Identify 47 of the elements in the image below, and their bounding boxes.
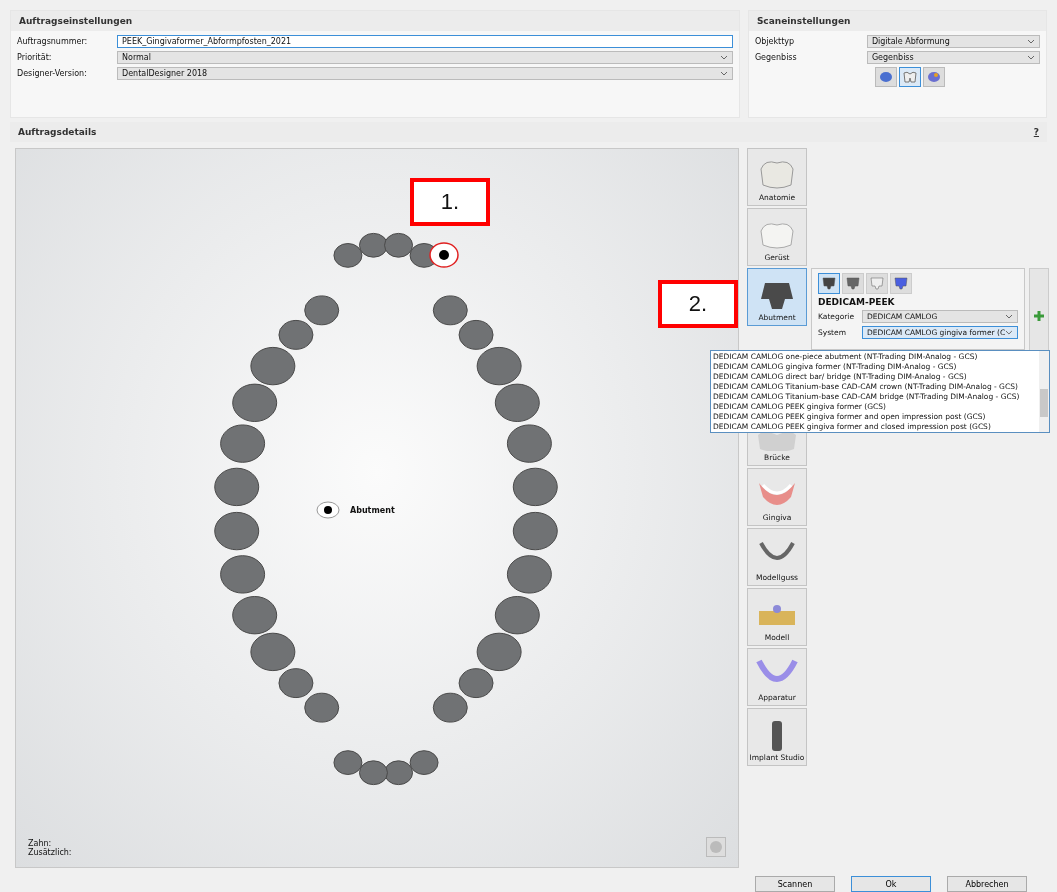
- chevron-icon: [719, 71, 728, 76]
- chevron-icon: [1005, 314, 1013, 319]
- dropdown[interactable]: Digitale Abformung: [866, 35, 1040, 48]
- implant-icon: [772, 721, 782, 751]
- chevron-icon: [1005, 330, 1013, 335]
- dropdown[interactable]: DentalDesigner 2018: [117, 67, 733, 80]
- chevron-icon: [1027, 39, 1035, 44]
- tooth-label: Zahn:: [28, 839, 53, 848]
- scan-type-button[interactable]: [922, 67, 945, 87]
- field-label: Gegenbiss: [754, 53, 798, 62]
- bite-icon: [926, 71, 941, 83]
- abutment-icon: [870, 277, 884, 290]
- tooth-marker-icon: [429, 242, 459, 268]
- scan-type-button[interactable]: [874, 67, 897, 87]
- extra-label: Zusätzlich:: [28, 848, 72, 857]
- abutment-icon: [894, 277, 908, 290]
- field-label: Designer-Version:: [17, 69, 88, 78]
- annotation-label: 2.: [658, 280, 738, 328]
- abutment-title: DEDICAM-PEEK: [818, 297, 896, 307]
- abutment-variant-button[interactable]: [890, 273, 912, 294]
- scan-type-button[interactable]: [898, 67, 921, 87]
- help-link[interactable]: ?: [1033, 127, 1039, 137]
- plus-icon[interactable]: [1034, 311, 1044, 321]
- chevron-icon: [719, 55, 728, 60]
- tooth-marker-icon: [316, 501, 340, 519]
- annotation-label: 1.: [410, 178, 490, 226]
- input-field[interactable]: PEEK_Gingivaformer_Abformpfosten_2021: [117, 35, 733, 48]
- field-label: Priorität:: [17, 53, 53, 62]
- dialog-button[interactable]: Scannen: [755, 876, 835, 892]
- abutment-variant-button[interactable]: [818, 273, 840, 294]
- jaw-icon: [878, 71, 893, 83]
- scrollbar[interactable]: [1039, 351, 1049, 432]
- field-label: Objekttyp: [754, 37, 796, 46]
- abutment-variant-button[interactable]: [842, 273, 864, 294]
- teeth-icon: [902, 71, 917, 83]
- section-title: Auftragsdetails: [18, 127, 97, 137]
- abutment-icon: [822, 277, 836, 290]
- field-label: Auftragsnummer:: [17, 37, 89, 46]
- chevron-icon: [1027, 55, 1035, 60]
- dropdown[interactable]: Gegenbiss: [866, 51, 1040, 64]
- dialog-button[interactable]: Abbrechen: [947, 876, 1027, 892]
- dropdown[interactable]: Normal: [117, 51, 733, 64]
- legend-label: Abutment: [350, 505, 395, 515]
- abutment-icon: [846, 277, 860, 290]
- panel-title: Auftragseinstellungen: [11, 11, 739, 31]
- dialog-button[interactable]: Ok: [851, 876, 931, 892]
- panel-title: Scaneinstellungen: [748, 11, 1046, 31]
